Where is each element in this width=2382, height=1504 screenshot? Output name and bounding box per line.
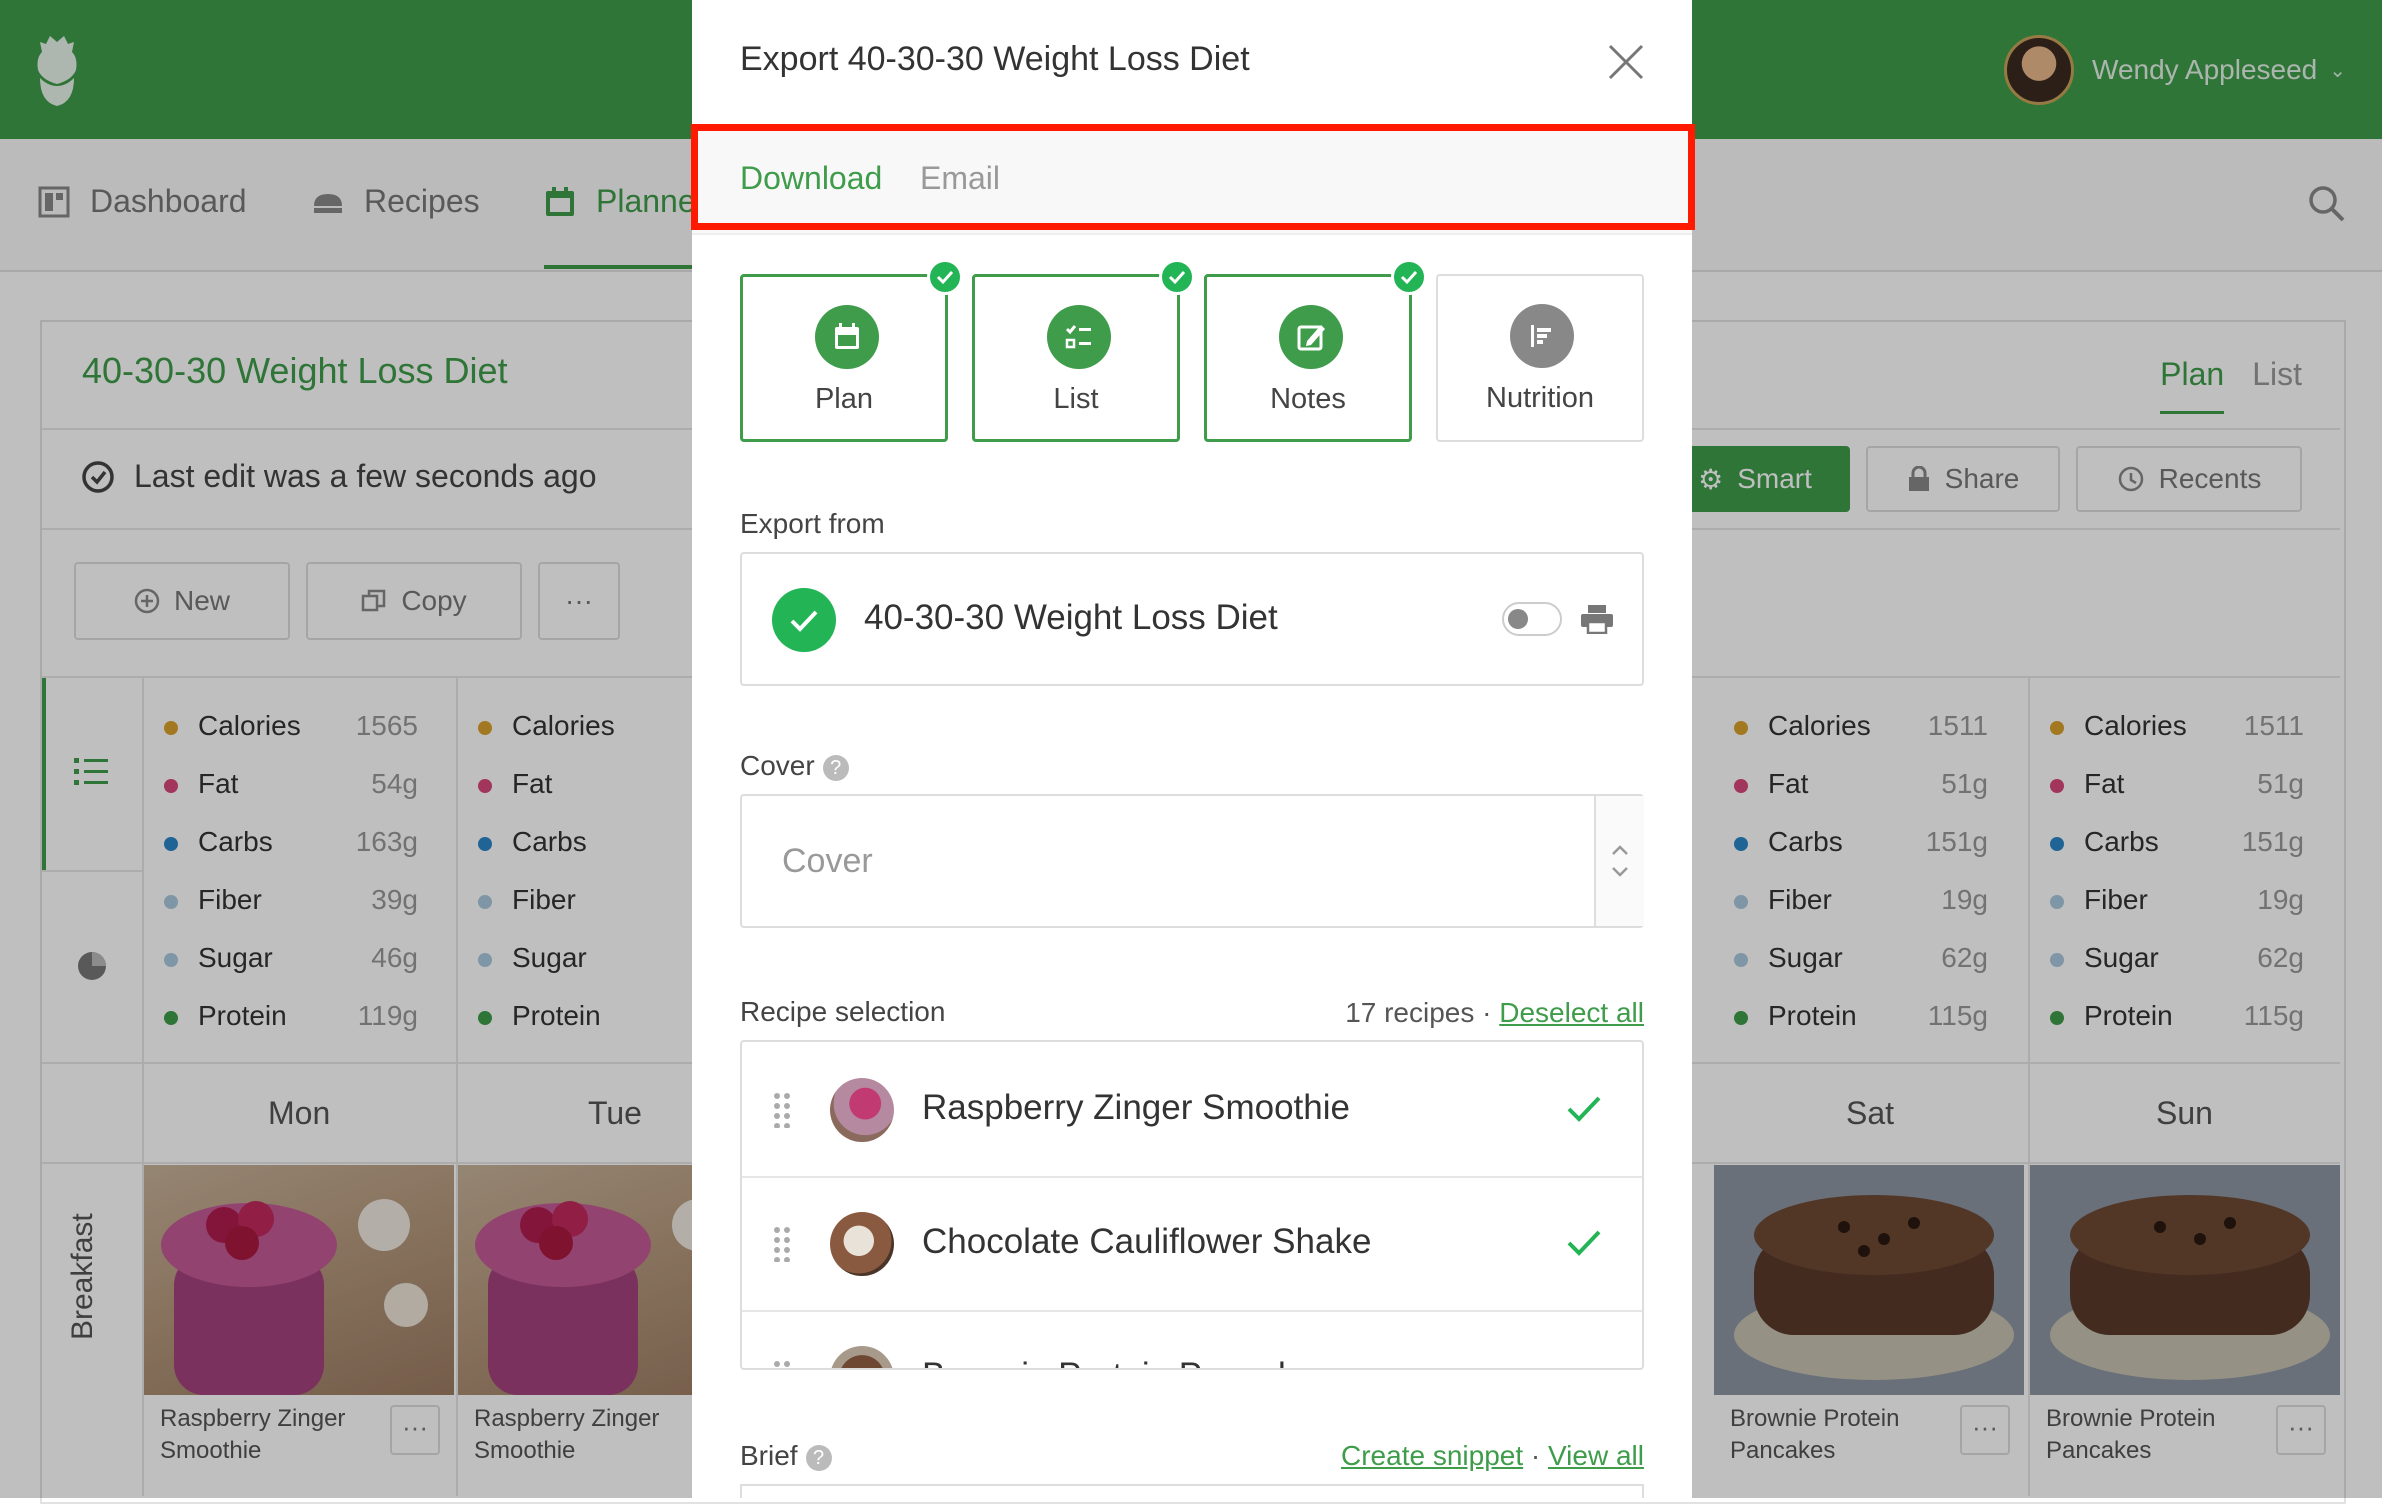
export-option-label: Plan <box>814 383 874 415</box>
recipe-selection-label: Recipe selection <box>740 996 946 1027</box>
check-circle-icon <box>772 588 836 652</box>
recipe-thumbnail <box>830 1346 894 1368</box>
modal-title: Export 40-30-30 Weight Loss Diet <box>740 40 1250 78</box>
recipe-name: Brownie Protein Pancakes <box>922 1356 1333 1368</box>
export-option-label: Nutrition <box>1486 382 1594 414</box>
print-toggle[interactable] <box>1502 602 1562 636</box>
help-icon[interactable]: ? <box>822 754 849 781</box>
recipe-row[interactable]: Brownie Protein Pancakes <box>742 1310 1642 1370</box>
drag-handle-icon[interactable] <box>772 1226 792 1262</box>
brief-links: Create snippet · View all <box>1341 1440 1644 1472</box>
export-option-label: List <box>1053 383 1099 415</box>
separator: · <box>1482 997 1492 1028</box>
edit-note-icon <box>1279 305 1343 369</box>
recipe-count-row: 17 recipes · Deselect all <box>1345 997 1644 1029</box>
check-badge-icon <box>1391 259 1427 295</box>
close-icon[interactable] <box>1606 42 1646 82</box>
recipe-name: Raspberry Zinger Smoothie <box>922 1088 1350 1127</box>
export-option-notes[interactable]: Notes <box>1204 259 1427 442</box>
cover-select[interactable] <box>740 794 1644 928</box>
cover-label-text: Cover <box>740 750 815 781</box>
cover-placeholder: Cover <box>782 842 873 880</box>
recipe-name: Chocolate Cauliflower Shake <box>922 1222 1372 1261</box>
brief-toolbar[interactable] <box>740 1484 1644 1498</box>
checkmark-icon[interactable] <box>1566 1228 1602 1258</box>
separator: · <box>1530 1440 1541 1471</box>
create-snippet-link[interactable]: Create snippet <box>1341 1440 1523 1471</box>
cover-label: Cover? <box>740 750 849 782</box>
select-arrows-icon[interactable] <box>1594 796 1644 926</box>
drag-handle-icon[interactable] <box>772 1360 792 1370</box>
recipe-count: 17 recipes <box>1345 997 1475 1028</box>
export-option-label: Notes <box>1270 383 1346 415</box>
recipe-list: Raspberry Zinger Smoothie Chocolate Caul… <box>740 1040 1644 1370</box>
printer-icon[interactable] <box>1580 604 1614 634</box>
brief-label-text: Brief <box>740 1440 798 1471</box>
check-badge-icon <box>927 259 963 295</box>
export-option-list[interactable]: List <box>972 259 1195 442</box>
highlight-box <box>691 124 1695 230</box>
calendar-icon <box>815 305 879 369</box>
drag-handle-icon[interactable] <box>772 1092 792 1128</box>
nutrition-bars-icon <box>1510 304 1574 368</box>
export-option-plan[interactable]: Plan <box>740 259 963 442</box>
help-icon[interactable]: ? <box>805 1444 832 1471</box>
brief-label: Brief? <box>740 1440 832 1472</box>
recipe-row[interactable]: Chocolate Cauliflower Shake <box>742 1176 1642 1312</box>
toggle-knob <box>1508 609 1528 629</box>
checklist-icon <box>1047 305 1111 369</box>
export-from-label: Export from <box>740 508 885 539</box>
recipe-thumbnail <box>830 1078 894 1142</box>
check-badge-icon <box>1159 259 1195 295</box>
checkmark-icon[interactable] <box>1566 1094 1602 1124</box>
deselect-all-link[interactable]: Deselect all <box>1499 997 1644 1028</box>
view-all-link[interactable]: View all <box>1548 1440 1644 1471</box>
recipe-row[interactable]: Raspberry Zinger Smoothie <box>742 1042 1642 1178</box>
export-from-value: 40-30-30 Weight Loss Diet <box>864 598 1278 637</box>
recipe-thumbnail <box>830 1212 894 1276</box>
export-option-nutrition[interactable]: Nutrition <box>1436 274 1644 442</box>
